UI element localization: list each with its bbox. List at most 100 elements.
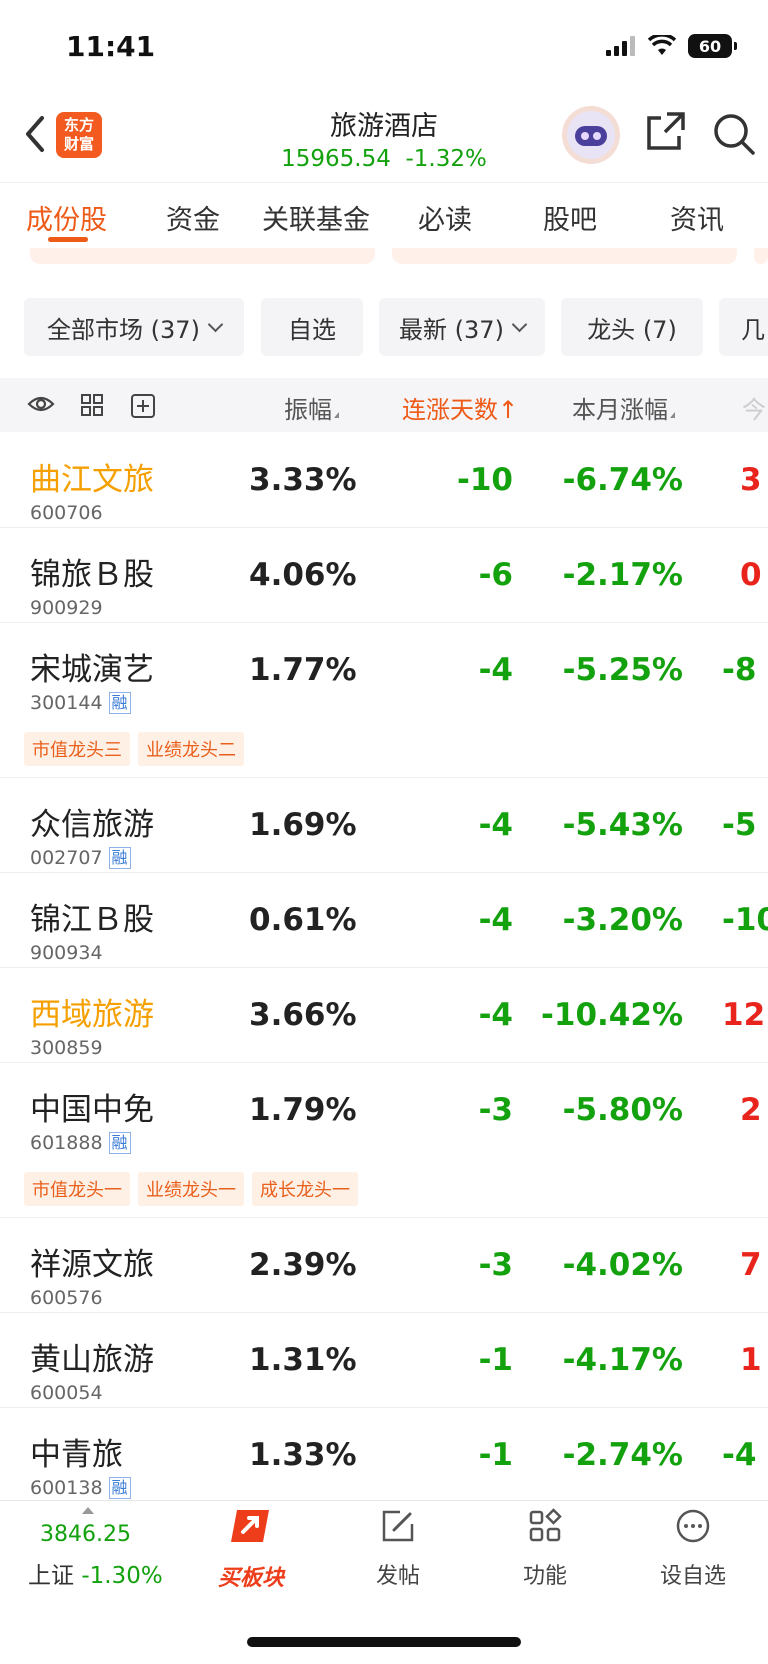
table-row[interactable]: 众信旅游 002707 融 1.69% -4 -5.43% -5	[0, 777, 768, 873]
tab-forum[interactable]: 股吧	[543, 198, 597, 237]
today-change-clipped: 2	[740, 1092, 762, 1128]
stock-code: 002707	[30, 847, 103, 869]
stock-name: 曲江文旅	[30, 462, 154, 498]
leader-tag[interactable]: 业绩龙头一	[138, 1172, 244, 1206]
table-row[interactable]: 西域旅游 300859 3.66% -4 -10.42% 12	[0, 967, 768, 1063]
today-change-clipped: -5	[722, 807, 757, 843]
stock-name: 中青旅	[30, 1437, 123, 1473]
margin-badge: 融	[108, 1477, 131, 1499]
nav-buy-sector-label: 买板块	[217, 1566, 284, 1591]
margin-badge: 融	[108, 692, 131, 714]
table-row[interactable]: 祥源文旅 600576 2.39% -3 -4.02% 7	[0, 1217, 768, 1313]
tab-funds[interactable]: 资金	[166, 198, 220, 237]
buy-sector-icon	[231, 1510, 269, 1542]
month-change-value: -5.80%	[562, 1092, 683, 1128]
stock-code-line: 002707 融	[30, 847, 131, 869]
margin-badge: 融	[108, 1132, 131, 1154]
table-row[interactable]: 曲江文旅 600706 3.33% -10 -6.74% 3	[0, 432, 768, 528]
tab-news[interactable]: 资讯	[670, 198, 724, 237]
sort-icon	[670, 412, 675, 418]
leader-tag[interactable]: 市值龙头一	[24, 1172, 130, 1206]
stock-code-line: 300144 融	[30, 692, 131, 714]
grid-icon[interactable]	[80, 393, 104, 417]
filter-leader-label: 龙头 (7)	[587, 315, 677, 344]
stock-code: 600576	[30, 1287, 103, 1309]
stock-name: 众信旅游	[30, 807, 154, 843]
chevron-down-icon	[511, 316, 528, 332]
tab-active-indicator	[48, 237, 88, 242]
shanghai-index-value[interactable]: 3846.25	[40, 1522, 131, 1547]
table-row[interactable]: 黄山旅游 600054 1.31% -1 -4.17% 1	[0, 1312, 768, 1408]
stock-code: 900929	[30, 597, 103, 619]
today-change-clipped: -10	[722, 902, 768, 938]
chevron-down-icon	[207, 316, 224, 332]
shanghai-index[interactable]: 上证 -1.30%	[28, 1556, 163, 1590]
stock-code: 600054	[30, 1382, 103, 1404]
search-icon[interactable]	[712, 112, 756, 156]
streak-value: -4	[478, 807, 513, 843]
tab-related-funds[interactable]: 关联基金	[262, 198, 370, 237]
filter-market[interactable]: 全部市场 (37)	[24, 298, 244, 356]
table-row[interactable]: 锦旅Ｂ股 900929 4.06% -6 -2.17% 0	[0, 527, 768, 623]
tab-bar: 成份股 资金 关联基金 必读 股吧 资讯	[0, 182, 768, 249]
filter-watchlist[interactable]: 自选	[261, 298, 363, 356]
month-change-value: -2.17%	[562, 557, 683, 593]
col-streak-days[interactable]: 连涨天数↑	[402, 390, 518, 425]
streak-value: -10	[456, 462, 513, 498]
col-today[interactable]: 今	[742, 390, 766, 425]
amplitude-value: 1.77%	[249, 652, 357, 688]
leader-tag[interactable]: 业绩龙头二	[138, 732, 244, 766]
more-circle-icon	[676, 1509, 710, 1543]
tab-constituents[interactable]: 成份股	[26, 198, 107, 237]
battery-icon: 60	[688, 34, 737, 58]
stock-code-line: 900929	[30, 597, 103, 619]
nav-functions-label: 功能	[522, 1564, 567, 1589]
nav-add-watchlist[interactable]: 设自选	[643, 1506, 743, 1590]
col-month-change[interactable]: 本月涨幅	[572, 390, 675, 425]
leader-tag[interactable]: 成长龙头一	[252, 1172, 358, 1206]
leader-tags: 市值龙头三 业绩龙头二	[24, 732, 244, 766]
nav-functions[interactable]: 功能	[495, 1506, 595, 1590]
table-row[interactable]: 中国中免 601888 融 1.79% -3 -5.80% 2 市值龙头一 业绩龙…	[0, 1062, 768, 1218]
table-row[interactable]: 锦江Ｂ股 900934 0.61% -4 -3.20% -10	[0, 872, 768, 968]
streak-value: -6	[478, 557, 513, 593]
stock-code-line: 600576	[30, 1287, 103, 1309]
streak-value: -1	[478, 1342, 513, 1378]
edit-icon	[382, 1510, 414, 1542]
table-row[interactable]: 中青旅 600138 融 1.33% -1 -2.74% -4	[0, 1407, 768, 1500]
stock-code: 600706	[30, 502, 103, 524]
nav-post[interactable]: 发帖	[348, 1506, 448, 1590]
leader-tag[interactable]: 市值龙头三	[24, 732, 130, 766]
stock-name: 中国中免	[30, 1092, 154, 1128]
amplitude-value: 4.06%	[249, 557, 357, 593]
stock-code: 601888	[30, 1132, 103, 1154]
expand-up-icon[interactable]	[82, 1507, 94, 1514]
stock-code: 300859	[30, 1037, 103, 1059]
tab-must-read[interactable]: 必读	[418, 198, 472, 237]
ai-assistant-avatar[interactable]	[562, 106, 620, 164]
card-edge-left	[30, 248, 375, 264]
amplitude-value: 1.33%	[249, 1437, 357, 1473]
filter-latest-label: 最新 (37)	[399, 315, 504, 344]
signal-icon	[606, 36, 635, 56]
status-time: 11:41	[66, 30, 156, 63]
nav-buy-sector[interactable]: 买板块	[201, 1506, 301, 1592]
month-change-value: -6.74%	[562, 462, 683, 498]
col-amplitude-label: 振幅	[284, 396, 332, 424]
share-icon[interactable]	[645, 110, 687, 152]
filter-watchlist-label: 自选	[288, 315, 336, 344]
today-change-clipped: 0	[740, 557, 762, 593]
col-amplitude[interactable]: 振幅	[284, 390, 339, 425]
eye-icon[interactable]	[27, 394, 55, 414]
shanghai-index-name: 上证	[28, 1563, 74, 1589]
filter-latest[interactable]: 最新 (37)	[379, 298, 545, 356]
filter-more[interactable]: 几	[719, 298, 768, 356]
card-edge-far	[754, 248, 768, 264]
shanghai-index-change: -1.30%	[81, 1563, 163, 1589]
sector-index-value: 15965.54	[281, 146, 391, 172]
filter-leader[interactable]: 龙头 (7)	[561, 298, 703, 356]
add-column-icon[interactable]	[130, 393, 156, 419]
sector-index-change: -1.32%	[405, 146, 487, 172]
table-row[interactable]: 宋城演艺 300144 融 1.77% -4 -5.25% -8 市值龙头三 业绩…	[0, 622, 768, 778]
streak-value: -3	[478, 1092, 513, 1128]
